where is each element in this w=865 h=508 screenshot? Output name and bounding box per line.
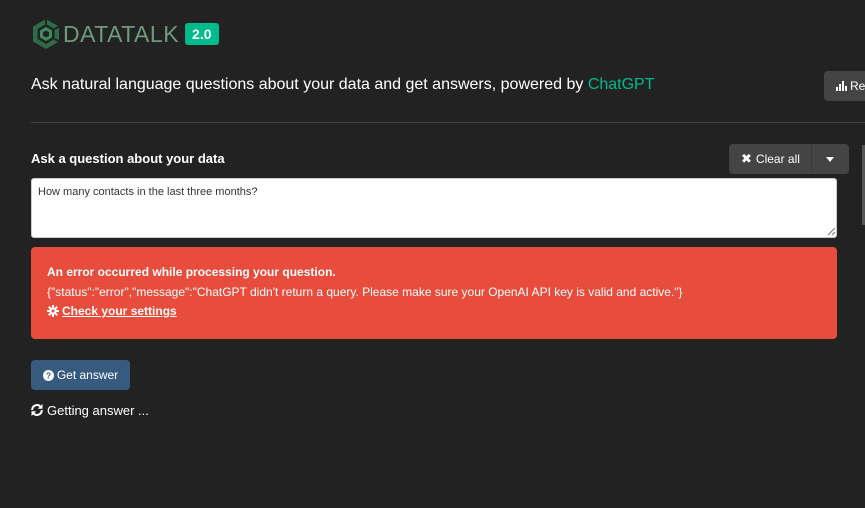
check-settings-label: Check your settings <box>62 304 177 318</box>
chatgpt-accent: ChatGPT <box>587 76 655 93</box>
question-input[interactable]: How many contacts in the last three mont… <box>31 178 837 238</box>
logo-text: DATATALK <box>63 20 180 47</box>
caret-down-icon <box>826 156 835 162</box>
gear-icon <box>47 305 59 317</box>
clear-all-button[interactable]: ✖ Clear all <box>729 144 811 174</box>
report-button-label: Re <box>850 79 865 93</box>
tagline: Ask natural language questions about you… <box>31 76 655 94</box>
question-label: Ask a question about your data <box>31 151 225 166</box>
refresh-icon <box>31 404 43 416</box>
get-answer-button[interactable]: ? Get answer <box>31 360 130 390</box>
svg-text:?: ? <box>46 370 51 380</box>
question-circle-icon: ? <box>42 369 54 381</box>
version-badge: 2.0 <box>185 23 219 45</box>
error-message: {"status":"error","message":"ChatGPT did… <box>47 285 683 299</box>
resize-grip-icon[interactable] <box>827 227 836 236</box>
header-divider <box>31 122 865 123</box>
logo[interactable]: DATATALK 2.0 <box>30 18 219 50</box>
error-alert: An error occurred while processing your … <box>31 247 837 339</box>
check-settings-link[interactable]: Check your settings <box>47 302 177 320</box>
clear-button-group: ✖ Clear all <box>729 144 849 174</box>
loading-status-text: Getting answer ... <box>47 402 149 418</box>
error-title: An error occurred while processing your … <box>47 265 336 279</box>
clear-all-label: Clear all <box>755 152 800 166</box>
loading-status: Getting answer ... <box>30 401 149 419</box>
x-icon: ✖ <box>741 151 752 166</box>
tagline-text: Ask natural language questions about you… <box>31 76 588 93</box>
report-button[interactable]: Re <box>824 71 865 101</box>
app-root: DATATALK 2.0 Ask natural language questi… <box>0 0 865 508</box>
hexagon-logo-icon <box>33 19 60 49</box>
clear-dropdown-toggle[interactable] <box>810 144 849 174</box>
bar-chart-icon <box>836 81 847 91</box>
get-answer-label: Get answer <box>56 368 119 382</box>
